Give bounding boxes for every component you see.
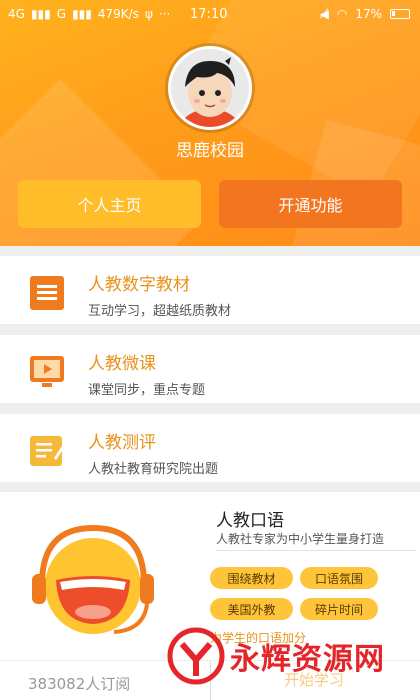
usb-icon: ψ — [144, 7, 153, 21]
mute-icon: ◀̸ — [319, 7, 329, 21]
divider — [216, 550, 416, 551]
service-subtitle: 课堂同步，重点专题 — [88, 383, 206, 398]
network-4g: 4G — [8, 7, 25, 21]
watermark-text: 永辉资源网 — [230, 642, 385, 677]
cartoon-avatar-icon — [171, 49, 249, 127]
edit-paper-icon — [28, 432, 66, 470]
clock: 17:10 — [190, 6, 228, 22]
watermark-logo-icon — [167, 627, 225, 685]
personal-homepage-button[interactable]: 个人主页 — [18, 180, 201, 228]
username: 思鹿校园 — [176, 141, 244, 161]
network-g: G — [56, 7, 67, 21]
feature-tag: 口语氛围 — [300, 567, 378, 589]
avatar[interactable] — [168, 46, 252, 130]
oral-title: 人教口语 — [216, 511, 284, 531]
service-title: 人教数字教材 — [88, 275, 190, 295]
battery-icon — [390, 9, 410, 19]
battery-percent: 17% — [355, 7, 382, 21]
video-play-icon — [28, 353, 66, 391]
service-card-digital-textbook[interactable]: 人教数字教材 互动学习，超越纸质教材 — [0, 256, 420, 324]
subscriber-count: 383082人订阅 — [28, 675, 131, 693]
profile-header: 4G ▮▮▮ G ▮▮▮ 479K/s ψ ··· 17:10 ◀̸ ◠ 17% — [0, 0, 420, 246]
headset-mascot-icon — [32, 524, 154, 634]
book-list-icon — [28, 274, 66, 312]
watermark: 永辉资源网 — [166, 616, 420, 696]
service-card-micro-lesson[interactable]: 人教微课 课堂同步，重点专题 — [0, 335, 420, 403]
signal-icon: ▮▮▮ — [72, 7, 92, 21]
more-icon: ··· — [158, 7, 171, 21]
service-title: 人教微课 — [88, 354, 156, 374]
service-card-assessment[interactable]: 人教测评 人教社教育研究院出题 — [0, 414, 420, 482]
signal-icon: ▮▮▮ — [30, 7, 51, 21]
status-bar: 4G ▮▮▮ G ▮▮▮ 479K/s ψ ··· 17:10 ◀̸ ◠ 17% — [0, 0, 420, 28]
feature-tag: 围绕教材 — [210, 567, 293, 589]
service-subtitle: 互动学习，超越纸质教材 — [88, 304, 232, 319]
activate-features-button[interactable]: 开通功能 — [219, 180, 402, 228]
network-speed: 479K/s — [97, 7, 139, 21]
service-title: 人教测评 — [88, 433, 156, 453]
wifi-icon: ◠ — [336, 7, 348, 21]
oral-subtitle: 人教社专家为中小学生量身打造 — [216, 532, 385, 546]
service-subtitle: 人教社教育研究院出题 — [88, 462, 219, 477]
